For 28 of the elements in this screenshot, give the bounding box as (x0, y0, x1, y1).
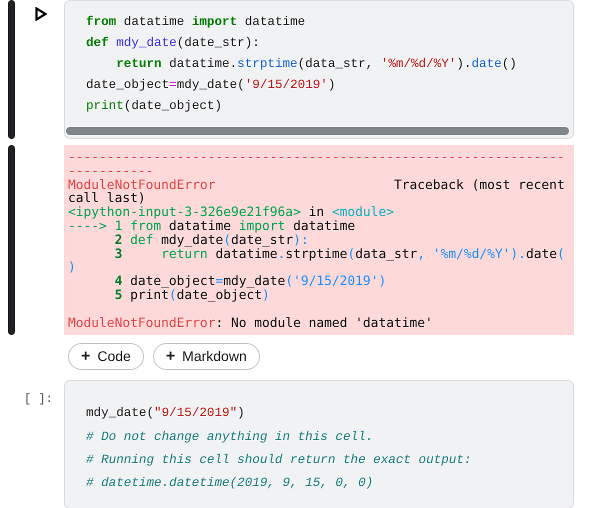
horizontal-scrollbar[interactable] (66, 127, 569, 135)
run-icon[interactable] (35, 7, 47, 21)
output-line: 4 date_object=mdy_date('9/15/2019') (114, 275, 386, 289)
output-line: ----------- (68, 164, 154, 179)
output-line: 2 def mdy_date(date_str): (114, 234, 309, 248)
add-cell-button[interactable]: + Markdown (152, 343, 260, 370)
code-editor[interactable]: from datatime import datatime def mdy_date(date_str): return datatime.strptime(data_str, '%m/%d/%Y').date() date_object=mdy_date('9/15/2019') print(date_object) (64, 0, 574, 139)
output-line: ModuleNotFoundError Traceback (most recent (68, 178, 565, 192)
output-line: 3 return datatime.strptime(data_str, '%m/%d/%Y').date( (114, 248, 565, 262)
output-line: 5 print(date_object) (114, 288, 270, 303)
code-line: # Running this cell should return the exact output: (86, 452, 472, 469)
output-line: ----> 1 from datatime import datatime (68, 220, 356, 234)
code-line: # Do not change anything in this cell. (86, 428, 374, 446)
code-line: def mdy_date(date_str): (86, 35, 260, 52)
error-message: ModuleNotFoundError: No module named 'datatime' (68, 316, 433, 330)
code-line: mdy_date("9/15/2019") (86, 405, 245, 422)
code-editor[interactable]: mdy_date("9/15/2019") # Do not change anything in this cell. # Running this cell should return the exact output: # datetime.datetime(2019, 9, 15, 0, 0) (64, 380, 574, 508)
code-line: # datetime.datetime(2019, 9, 15, 0, 0) (86, 475, 374, 492)
code-line: return datatime.strptime(data_str, '%m/%d/%Y').date() (115, 56, 517, 73)
code-line: from datatime import datatime (86, 14, 306, 31)
execution-prompt: [ ]: (24, 391, 53, 408)
code-line: print(date_object) (86, 98, 222, 115)
code-line: date_object=mdy_date('9/15/2019') (86, 77, 336, 94)
add-cell-button[interactable]: + Code (68, 343, 144, 370)
output-line: call last) (68, 192, 146, 206)
output-line: <ipython-input-3-326e9e21f96a> in <module> (68, 206, 394, 220)
output-line: ---------------------------------------------------------------- (68, 151, 565, 165)
output-line: ) (68, 261, 76, 276)
